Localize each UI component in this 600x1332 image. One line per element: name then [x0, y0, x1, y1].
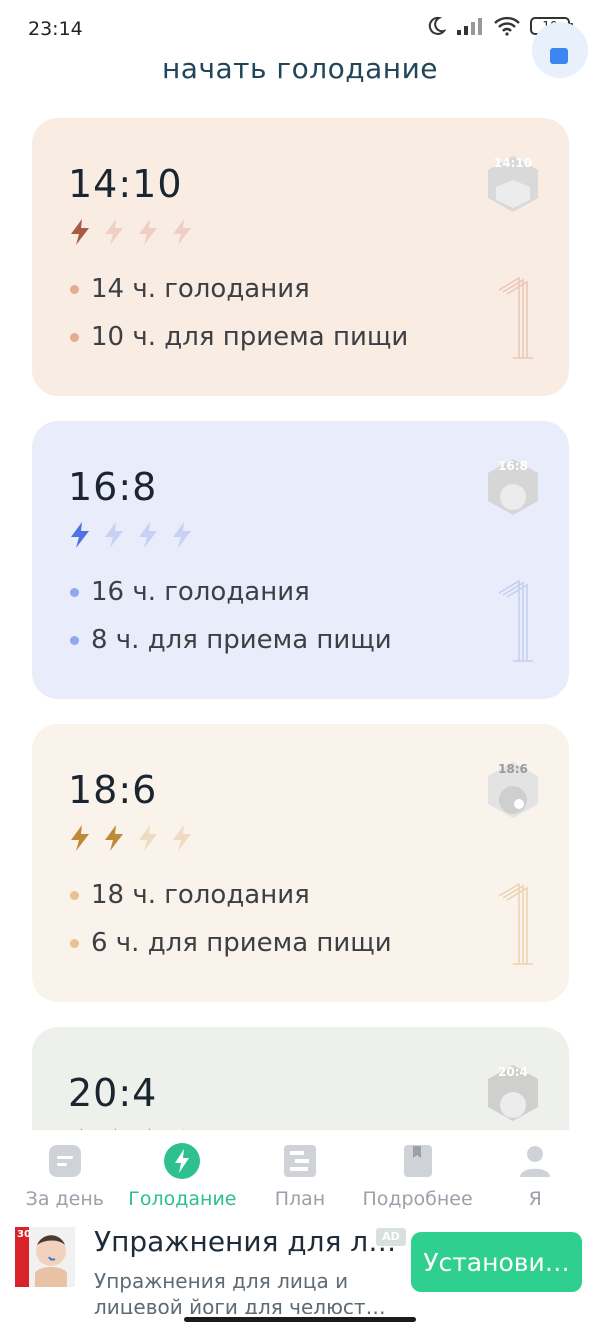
nav-item-fasting[interactable]: Голодание	[124, 1130, 242, 1222]
eating-hours: 10 ч. для приема пищи	[70, 322, 408, 352]
bullet-dot	[70, 890, 79, 900]
page-title: начать голодание	[162, 52, 438, 85]
nav-label-plan: План	[274, 1188, 326, 1210]
intensity-bolts	[68, 521, 194, 549]
eating-hours: 8 ч. для приема пищи	[70, 625, 392, 655]
bolt-empty-icon	[105, 522, 123, 548]
fasting-bolt-icon	[163, 1142, 201, 1180]
plan-ratio: 14:10	[68, 162, 183, 206]
eating-hours-label: 8 ч. для приема пищи	[91, 625, 392, 655]
plan-badge-label: 14:10	[493, 156, 533, 170]
plan-ratio: 16:8	[68, 465, 158, 509]
bolt-empty-icon	[173, 219, 191, 245]
bolt-empty-icon	[173, 825, 191, 851]
fasting-hours: 18 ч. голодания	[70, 880, 310, 910]
bolt-empty-icon	[173, 522, 191, 548]
status-time: 23:14	[28, 18, 83, 40]
level-number-icon	[498, 579, 533, 662]
nav-item-plan[interactable]: План	[241, 1130, 359, 1222]
plan-badge-label: 16:8	[498, 459, 528, 473]
bolt-filled-icon	[71, 825, 89, 851]
level-number-icon	[498, 276, 533, 359]
intensity-bolts	[68, 218, 194, 246]
ad-thumb-label: 30	[17, 1229, 31, 1240]
ad-thumbnail[interactable]: 30	[15, 1227, 75, 1287]
day-icon	[46, 1142, 84, 1180]
bolt-empty-icon	[139, 522, 157, 548]
bullet-dot	[70, 332, 79, 342]
plan-badge-label: 20:4	[498, 1065, 528, 1079]
plan-card-18-6[interactable]: 18:6 18 ч. голодания 6 ч. для приема пищ…	[32, 724, 569, 1002]
bolt-empty-icon	[139, 825, 157, 851]
fasting-hours-label: 18 ч. голодания	[91, 880, 310, 910]
wifi-icon	[494, 16, 520, 36]
eating-hours: 6 ч. для приема пищи	[70, 928, 392, 958]
signal-icon	[457, 18, 482, 35]
intensity-bolts	[68, 824, 194, 852]
status-bar: 23:14 10	[0, 0, 600, 60]
plan-card-16-8[interactable]: 16:8 16 ч. голодания 8 ч. для приема пищ…	[32, 421, 569, 699]
moon-icon	[428, 16, 446, 35]
bolt-filled-icon	[71, 219, 89, 245]
nav-item-day[interactable]: За день	[6, 1130, 124, 1222]
nav-label-profile: Я	[528, 1188, 542, 1210]
bolt-filled-icon	[105, 825, 123, 851]
eating-hours-label: 10 ч. для приема пищи	[91, 322, 409, 352]
header-action-button[interactable]	[532, 22, 588, 78]
bullet-dot	[70, 284, 79, 294]
bolt-filled-icon	[71, 522, 89, 548]
ad-badge: AD	[376, 1228, 406, 1246]
fasting-hours-label: 16 ч. голодания	[91, 577, 310, 607]
bullet-dot	[70, 587, 79, 597]
plan-badge-label: 18:6	[498, 762, 528, 776]
bolt-empty-icon	[105, 219, 123, 245]
ad-banner[interactable]: 30 Упражнения для л… AD Упражнения для л…	[0, 1222, 600, 1332]
bullet-dot	[70, 938, 79, 948]
bottom-nav: За день Голодание План Подробнее Я	[0, 1130, 600, 1222]
profile-icon	[516, 1142, 554, 1180]
fasting-hours: 14 ч. голодания	[70, 274, 310, 304]
eating-hours-label: 6 ч. для приема пищи	[91, 928, 392, 958]
calendar-icon	[550, 48, 568, 64]
ad-install-button[interactable]: Установи…	[411, 1232, 582, 1292]
nav-label-fasting: Голодание	[128, 1188, 237, 1210]
nav-label-more: Подробнее	[362, 1188, 473, 1210]
bolt-empty-icon	[139, 219, 157, 245]
level-number-icon	[498, 882, 533, 965]
plan-icon	[281, 1142, 319, 1180]
nav-label-day: За день	[25, 1188, 104, 1210]
nav-item-profile[interactable]: Я	[476, 1130, 594, 1222]
nav-item-more[interactable]: Подробнее	[359, 1130, 477, 1222]
plan-card-14-10[interactable]: 14:10 14 ч. голодания 10 ч. для приема п…	[32, 118, 569, 396]
ad-title: Упражнения для л…	[94, 1225, 397, 1258]
ad-description: Упражнения для лица и лицевой йоги для ч…	[94, 1269, 386, 1314]
plan-ratio: 20:4	[68, 1071, 158, 1115]
fasting-hours: 16 ч. голодания	[70, 577, 310, 607]
plan-ratio: 18:6	[68, 768, 158, 812]
home-indicator[interactable]	[184, 1317, 416, 1322]
bookmark-icon	[399, 1142, 437, 1180]
bullet-dot	[70, 635, 79, 645]
fasting-hours-label: 14 ч. голодания	[91, 274, 310, 304]
